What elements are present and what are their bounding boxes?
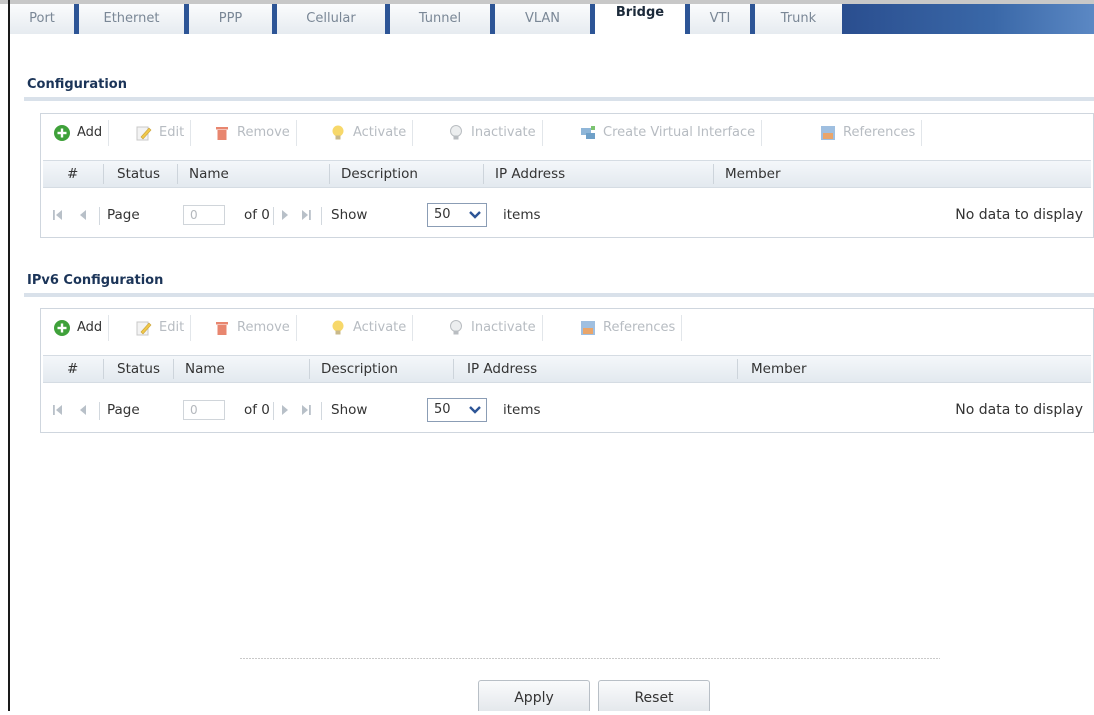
empty-table-message: No data to display <box>955 402 1083 418</box>
page-size-select[interactable]: 50 <box>427 203 487 227</box>
window-left-border <box>8 0 10 711</box>
last-page-icon[interactable] <box>299 198 313 232</box>
pencil-icon <box>135 319 153 337</box>
column-header-member[interactable]: Member <box>751 356 807 382</box>
references-icon <box>819 124 837 142</box>
show-label: Show <box>331 207 368 223</box>
column-header-index[interactable]: # <box>67 161 78 187</box>
remove-button[interactable]: Remove <box>207 120 297 146</box>
reset-button[interactable]: Reset <box>598 680 710 711</box>
inactivate-button[interactable]: Inactivate <box>441 315 543 341</box>
show-label: Show <box>331 402 368 418</box>
section-title-configuration: Configuration <box>27 77 127 92</box>
first-page-icon[interactable] <box>51 198 65 232</box>
page-number-input[interactable]: 0 <box>183 205 225 225</box>
tab-bridge[interactable]: Bridge <box>590 4 690 34</box>
configuration-table-header: # Status Name Description IP Address Mem… <box>43 160 1091 188</box>
tab-ppp[interactable]: PPP <box>184 4 272 34</box>
tab-tunnel[interactable]: Tunnel <box>385 4 490 34</box>
items-label: items <box>503 207 541 223</box>
page-count-label: of 0 <box>244 207 270 223</box>
lightbulb-icon <box>329 124 347 142</box>
ipv6-configuration-pager: Page 0 of 0 Show 50 items No data to dis… <box>41 393 1093 427</box>
tab-bar: Port Ethernet PPP Cellular Tunnel VLAN B… <box>10 4 1094 36</box>
column-header-name[interactable]: Name <box>185 356 225 382</box>
ipv6-configuration-table-panel: Add Edit Remove Activate Inactivate Refe… <box>40 308 1094 433</box>
column-header-ip-address[interactable]: IP Address <box>467 356 537 382</box>
tab-bar-banner <box>842 4 1094 34</box>
network-icon <box>579 124 597 142</box>
items-label: items <box>503 402 541 418</box>
edit-button[interactable]: Edit <box>129 315 192 341</box>
activate-button[interactable]: Activate <box>323 315 414 341</box>
configuration-table-panel: Add Edit Remove Activate Inactivate Crea… <box>40 113 1094 238</box>
tab-vti[interactable]: VTI <box>690 4 750 34</box>
references-button[interactable]: References <box>813 120 923 146</box>
column-header-index[interactable]: # <box>67 356 78 382</box>
plus-circle-icon <box>53 319 71 337</box>
page-number-input[interactable]: 0 <box>183 400 225 420</box>
column-header-status[interactable]: Status <box>117 161 160 187</box>
tab-trunk[interactable]: Trunk <box>750 4 842 34</box>
chevron-down-icon <box>464 204 486 226</box>
tab-cellular[interactable]: Cellular <box>272 4 385 34</box>
ipv6-configuration-toolbar: Add Edit Remove Activate Inactivate Refe… <box>41 309 1093 345</box>
ipv6-configuration-table-header: # Status Name Description IP Address Mem… <box>43 355 1091 383</box>
edit-button[interactable]: Edit <box>129 120 192 146</box>
prev-page-icon[interactable] <box>77 198 89 232</box>
footer-divider <box>240 658 940 659</box>
add-button[interactable]: Add <box>47 315 110 341</box>
add-button[interactable]: Add <box>47 120 110 146</box>
first-page-icon[interactable] <box>51 393 65 427</box>
pencil-icon <box>135 124 153 142</box>
apply-button[interactable]: Apply <box>478 680 590 711</box>
plus-circle-icon <box>53 124 71 142</box>
tab-port[interactable]: Port <box>10 4 74 34</box>
column-header-member[interactable]: Member <box>725 161 781 187</box>
column-header-name[interactable]: Name <box>189 161 229 187</box>
page-label: Page <box>107 402 140 418</box>
references-button[interactable]: References <box>573 315 683 341</box>
page-label: Page <box>107 207 140 223</box>
page-size-select[interactable]: 50 <box>427 398 487 422</box>
lightbulb-off-icon <box>447 124 465 142</box>
lightbulb-icon <box>329 319 347 337</box>
section-divider <box>24 97 1094 101</box>
column-header-description[interactable]: Description <box>341 161 418 187</box>
chevron-down-icon <box>464 399 486 421</box>
column-header-status[interactable]: Status <box>117 356 160 382</box>
lightbulb-off-icon <box>447 319 465 337</box>
last-page-icon[interactable] <box>299 393 313 427</box>
page-count-label: of 0 <box>244 402 270 418</box>
next-page-icon[interactable] <box>279 393 291 427</box>
next-page-icon[interactable] <box>279 198 291 232</box>
tab-vlan[interactable]: VLAN <box>490 4 590 34</box>
inactivate-button[interactable]: Inactivate <box>441 120 543 146</box>
create-virtual-interface-button[interactable]: Create Virtual Interface <box>573 120 763 146</box>
references-icon <box>579 319 597 337</box>
activate-button[interactable]: Activate <box>323 120 414 146</box>
remove-button[interactable]: Remove <box>207 315 297 341</box>
prev-page-icon[interactable] <box>77 393 89 427</box>
configuration-toolbar: Add Edit Remove Activate Inactivate Crea… <box>41 114 1093 150</box>
trash-icon <box>213 124 231 142</box>
trash-icon <box>213 319 231 337</box>
empty-table-message: No data to display <box>955 207 1083 223</box>
section-title-ipv6-configuration: IPv6 Configuration <box>27 273 164 288</box>
column-header-ip-address[interactable]: IP Address <box>495 161 565 187</box>
tab-ethernet[interactable]: Ethernet <box>74 4 184 34</box>
column-header-description[interactable]: Description <box>321 356 398 382</box>
section-divider <box>24 293 1094 297</box>
configuration-pager: Page 0 of 0 Show 50 items No data to dis… <box>41 198 1093 232</box>
